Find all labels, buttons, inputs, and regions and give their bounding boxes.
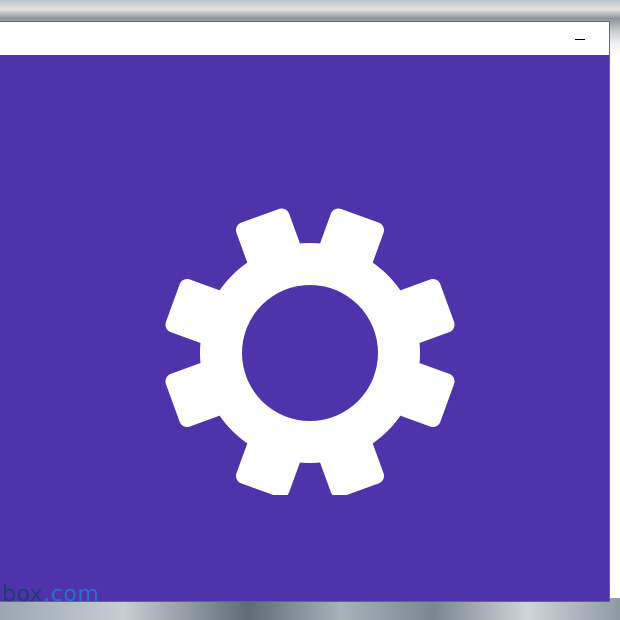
gear-icon xyxy=(165,208,455,495)
watermark: box.com xyxy=(2,582,99,608)
splash-screen xyxy=(0,55,609,601)
title-bar[interactable] xyxy=(0,22,609,55)
app-window xyxy=(0,21,610,602)
watermark-right-text: .com xyxy=(43,582,100,607)
minimize-button[interactable] xyxy=(565,28,595,50)
minimize-icon xyxy=(575,38,585,40)
watermark-left-text: box xyxy=(2,582,44,607)
